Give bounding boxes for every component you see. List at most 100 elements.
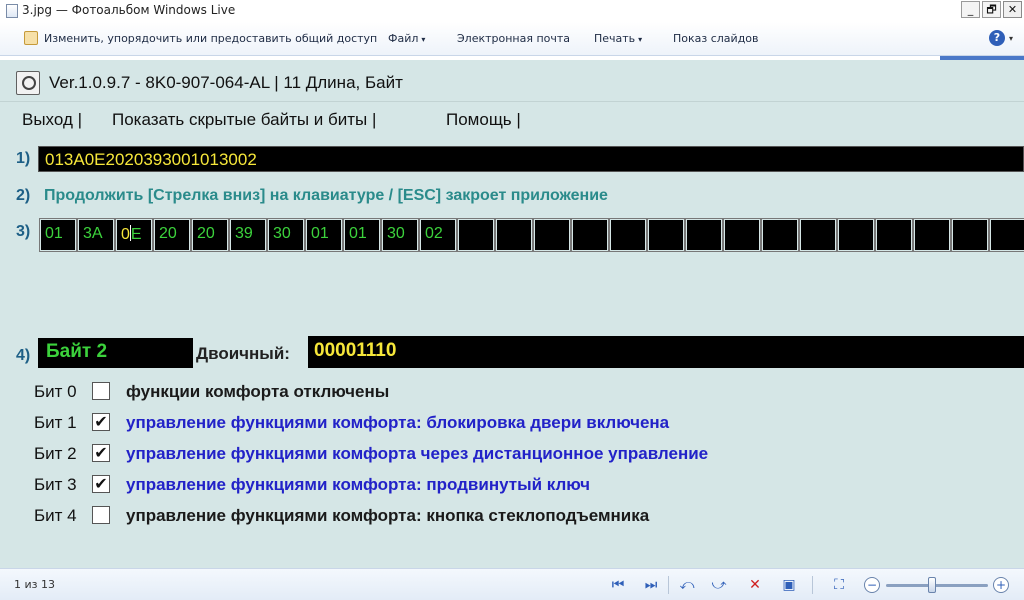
byte-cells: 01 3A 0E 20 20 39 30 01 01 30 02 — [39, 218, 1024, 252]
previous-icon[interactable]: ⏮ — [607, 575, 629, 595]
app-titlebar: Ver.1.0.9.7 - 8K0-907-064-AL | 11 Длина,… — [0, 60, 1024, 102]
byte-cell[interactable] — [989, 218, 1024, 252]
byte-value: 30 — [387, 225, 405, 242]
menu-print[interactable]: Печать ▾ — [594, 32, 642, 45]
byte-value: 39 — [235, 225, 253, 242]
byte-value: 20 — [197, 225, 215, 242]
byte-cell[interactable]: 01 — [343, 218, 381, 252]
byte-value: 30 — [273, 225, 291, 242]
byte-label: Байт 2 — [46, 341, 108, 362]
line-number-4: 4) — [16, 347, 31, 364]
delete-icon[interactable]: ✕ — [744, 575, 766, 595]
menu-share[interactable]: Изменить, упорядочить или предоставить о… — [44, 32, 377, 45]
byte-value: 01 — [311, 225, 329, 242]
byte-cell[interactable] — [533, 218, 571, 252]
menu-slideshow[interactable]: Показ слайдов — [673, 32, 759, 45]
byte-cell[interactable]: 3A — [77, 218, 115, 252]
byte-index-box: Байт 2 — [38, 338, 193, 368]
bit-description: управление функциями комфорта: блокировк… — [126, 413, 670, 432]
rotate-left-icon[interactable]: ⤺ — [676, 575, 698, 595]
byte-cell[interactable]: 20 — [191, 218, 229, 252]
byte-value: E — [130, 226, 142, 243]
next-icon[interactable]: ⏭ — [640, 575, 662, 595]
window-title: 3.jpg — Фотоальбом Windows Live — [22, 3, 236, 17]
binary-label: Двоичный: — [196, 344, 290, 363]
chevron-down-icon: ▾ — [638, 35, 643, 44]
bit-label: Бит 3 — [34, 475, 77, 494]
byte-cell[interactable] — [761, 218, 799, 252]
bit-description: функции комфорта отключены — [126, 382, 390, 401]
byte-cell[interactable] — [571, 218, 609, 252]
chevron-down-icon: ▾ — [421, 35, 426, 44]
bit-4-checkbox[interactable] — [92, 506, 110, 524]
maximize-button[interactable]: 🗗 — [982, 1, 1001, 18]
byte-cell[interactable]: 30 — [381, 218, 419, 252]
byte-cell[interactable] — [951, 218, 989, 252]
app-logo-icon — [16, 71, 40, 95]
chevron-down-icon[interactable]: ▾ — [1009, 34, 1013, 43]
photo-viewer-controls: 1 из 13 ⏮ ⏭ ⤺ ⤻ ✕ ▣ ⛶ − + — [0, 568, 1024, 600]
help-icon[interactable]: ? — [989, 30, 1005, 46]
byte-cell[interactable]: 20 — [153, 218, 191, 252]
byte-cell[interactable]: 01 — [39, 218, 77, 252]
byte-cell[interactable] — [723, 218, 761, 252]
bit-description: управление функциями комфорта через дист… — [126, 444, 709, 463]
hint-text: Продолжить [Стрелка вниз] на клавиатуре … — [44, 187, 608, 204]
divider — [812, 576, 813, 594]
binary-value: 00001110 — [314, 340, 397, 361]
byte-cell[interactable]: 01 — [305, 218, 343, 252]
byte-cell[interactable]: 39 — [229, 218, 267, 252]
fit-to-window-icon[interactable]: ⛶ — [828, 575, 850, 595]
bit-0-checkbox[interactable] — [92, 382, 110, 400]
byte-value: 02 — [425, 225, 443, 242]
menu-show-hidden[interactable]: Показать скрытые байты и биты | — [112, 110, 376, 130]
byte-cell[interactable] — [495, 218, 533, 252]
bit-label: Бит 0 — [34, 382, 77, 401]
share-icon — [24, 31, 38, 45]
divider — [668, 576, 669, 594]
minimize-button[interactable]: _ — [961, 1, 980, 18]
image-counter: 1 из 13 — [14, 578, 55, 591]
close-button[interactable]: ✕ — [1003, 1, 1022, 18]
byte-cell[interactable] — [875, 218, 913, 252]
bit-3-checkbox[interactable]: ✔ — [92, 475, 110, 493]
byte-cell[interactable] — [609, 218, 647, 252]
byte-cell[interactable]: 30 — [267, 218, 305, 252]
selected-nibble: 0 — [121, 226, 130, 243]
coding-string-field[interactable]: 013A0E2020393001013002 — [38, 146, 1024, 172]
line-number-2: 2) — [16, 187, 31, 204]
zoom-slider[interactable] — [886, 584, 988, 587]
zoom-in-icon[interactable]: + — [993, 577, 1009, 593]
rotate-right-icon[interactable]: ⤻ — [708, 575, 730, 595]
menu-email[interactable]: Электронная почта — [457, 32, 570, 45]
bit-description: управление функциями комфорта: кнопка ст… — [126, 506, 650, 525]
image-file-icon — [6, 4, 18, 18]
byte-cell[interactable] — [913, 218, 951, 252]
window-titlebar: 3.jpg — Фотоальбом Windows Live _ 🗗 ✕ — [0, 0, 1024, 22]
byte-cell[interactable]: 02 — [419, 218, 457, 252]
bit-label: Бит 1 — [34, 413, 77, 432]
byte-cell[interactable] — [799, 218, 837, 252]
window-controls: _ 🗗 ✕ — [959, 1, 1022, 18]
byte-cell[interactable] — [647, 218, 685, 252]
byte-value: 01 — [45, 225, 63, 242]
menu-help[interactable]: Помощь | — [446, 110, 521, 130]
byte-cell[interactable] — [457, 218, 495, 252]
byte-cell[interactable] — [685, 218, 723, 252]
zoom-out-icon[interactable]: − — [864, 577, 880, 593]
bit-label: Бит 2 — [34, 444, 77, 463]
photo-gallery-menubar: Изменить, упорядочить или предоставить о… — [0, 22, 1024, 56]
line-number-3: 3) — [16, 223, 31, 240]
bit-2-checkbox[interactable]: ✔ — [92, 444, 110, 462]
byte-cell[interactable]: 0E — [115, 218, 153, 252]
line-number-1: 1) — [16, 150, 31, 167]
byte-value: 20 — [159, 225, 177, 242]
menu-exit[interactable]: Выход | — [22, 110, 82, 130]
menu-file[interactable]: Файл ▾ — [388, 32, 425, 45]
slideshow-icon[interactable]: ▣ — [778, 575, 800, 595]
zoom-slider-thumb[interactable] — [928, 577, 937, 593]
bit-1-checkbox[interactable]: ✔ — [92, 413, 110, 431]
byte-cell[interactable] — [837, 218, 875, 252]
coding-string: 013A0E2020393001013002 — [45, 150, 257, 169]
byte-value: 3A — [83, 225, 103, 242]
